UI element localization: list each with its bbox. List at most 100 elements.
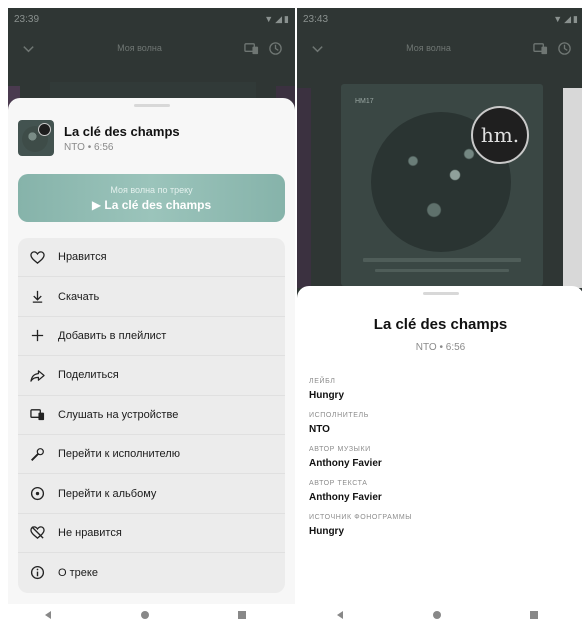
wave-caption: Моя волна по треку (110, 184, 193, 195)
album-code: HM17 (355, 98, 374, 105)
album-icon (28, 485, 46, 503)
menu-item-add-to-playlist[interactable]: Добавить в плейлист (18, 317, 285, 357)
menu-label: Нравится (58, 251, 107, 264)
detail-label: ИСПОЛНИТЕЛЬ (309, 412, 369, 419)
back-button[interactable] (37, 606, 59, 624)
track-details: ЛЕЙБЛ Hungry ИСПОЛНИТЕЛЬ NTO АВТОР МУЗЫК… (309, 378, 572, 548)
menu-item-dislike[interactable]: Не нравится (18, 514, 285, 554)
wave-label: ▶ La clé des champs (91, 197, 212, 212)
track-wave-button[interactable]: Моя волна по треку ▶ La clé des champs (18, 174, 285, 222)
status-time: 23:39 (14, 13, 40, 25)
recents-icon (237, 611, 246, 619)
album-text-line (363, 258, 521, 262)
download-icon (28, 288, 46, 306)
dislike-icon (28, 524, 46, 542)
wifi-icon: ▼ (553, 14, 563, 24)
home-button[interactable] (134, 606, 156, 624)
phone-screen-right: 23:43 ▼ ◢ ▮ Моя волна HM17 hm. La clé de… (297, 8, 582, 604)
info-subtitle: NTO • 6:56 (415, 342, 466, 353)
album-logo: hm. (471, 106, 529, 164)
system-nav-bar-right (292, 604, 582, 626)
album-artwork[interactable]: HM17 hm. (341, 84, 543, 286)
top-bar: Моя волна (297, 30, 582, 66)
player-title: Моя волна (406, 43, 451, 53)
menu-item-about-track[interactable]: О треке (18, 553, 285, 592)
menu-label: Скачать (58, 290, 100, 303)
menu-label: Добавить в плейлист (58, 329, 167, 342)
menu-item-go-to-album[interactable]: Перейти к альбому (18, 474, 285, 514)
devices-icon (532, 42, 547, 54)
detail-label: ЛЕЙБЛ (309, 378, 336, 385)
detail-source-row: ИСТОЧНИК ФОНОГРАММЫ Hungry (309, 514, 572, 537)
status-icons: ▼ ◢ ▮ (264, 14, 289, 25)
detail-composer-row: АВТОР МУЗЫКИ Anthony Favier (309, 446, 572, 469)
timer-button[interactable] (263, 36, 287, 60)
recents-icon (529, 611, 538, 619)
album-text-line (375, 269, 509, 272)
devices-icon (243, 42, 258, 54)
home-button[interactable] (426, 606, 448, 624)
detail-lyricist-row: АВТОР ТЕКСТА Anthony Favier (309, 480, 572, 503)
battery-icon: ▮ (573, 13, 578, 24)
track-cover (18, 120, 54, 156)
detail-label: ИСТОЧНИК ФОНОГРАММЫ (309, 514, 413, 521)
status-icons: ▼ ◢ ▮ (553, 14, 578, 25)
status-bar: 23:43 ▼ ◢ ▮ (297, 8, 582, 30)
phone-screen-left: 23:39 ▼ ◢ ▮ Моя волна La clé des champs … (8, 8, 295, 604)
cast-button[interactable] (528, 36, 552, 60)
top-bar: Моя волна (8, 30, 295, 66)
collapse-button[interactable] (305, 36, 329, 60)
detail-label-row: ЛЕЙБЛ Hungry (309, 378, 572, 401)
heart-icon (28, 248, 46, 266)
detail-artist-row: ИСПОЛНИТЕЛЬ NTO (309, 412, 572, 435)
menu-label: Слушать на устройстве (58, 408, 179, 421)
sheet-handle[interactable] (133, 104, 170, 107)
detail-value: Anthony Favier (309, 492, 382, 503)
status-bar: 23:39 ▼ ◢ ▮ (8, 8, 295, 30)
recents-button[interactable] (523, 606, 545, 624)
info-title: La clé des champs (373, 316, 508, 333)
track-subtitle: NTO • 6:56 (64, 141, 114, 153)
menu-item-share[interactable]: Поделиться (18, 356, 285, 396)
back-button[interactable] (329, 606, 351, 624)
track-actions-sheet: La clé des champs NTO • 6:56 Моя волна п… (8, 98, 295, 604)
detail-value: NTO (309, 424, 330, 435)
menu-label: Перейти к альбому (58, 487, 157, 500)
plus-icon (28, 327, 46, 345)
info-icon (28, 564, 46, 582)
home-icon (432, 611, 441, 619)
timer-button[interactable] (552, 36, 576, 60)
back-icon (45, 611, 52, 619)
chevron-down-icon (311, 45, 323, 52)
recents-button[interactable] (231, 606, 253, 624)
prev-artwork (297, 88, 311, 288)
sheet-handle[interactable] (422, 292, 459, 295)
menu-item-go-to-artist[interactable]: Перейти к исполнителю (18, 435, 285, 475)
menu-item-play-on-device[interactable]: Слушать на устройстве (18, 396, 285, 435)
menu-label: Перейти к исполнителю (58, 448, 180, 461)
signal-icon: ◢ (564, 13, 572, 24)
microphone-icon (28, 445, 46, 463)
actions-menu: Нравится Скачать Добавить в плейлист Под… (18, 238, 285, 593)
detail-value: Hungry (309, 526, 344, 537)
next-artwork (563, 88, 582, 288)
cover-badge (38, 123, 51, 136)
detail-label: АВТОР ТЕКСТА (309, 480, 368, 487)
signal-icon: ◢ (275, 13, 283, 24)
wifi-icon: ▼ (264, 14, 274, 24)
system-nav-bar-left (0, 604, 290, 626)
menu-item-download[interactable]: Скачать (18, 277, 285, 317)
track-title: La clé des champs (64, 123, 180, 139)
home-icon (140, 611, 149, 619)
collapse-button[interactable] (16, 36, 40, 60)
menu-item-like[interactable]: Нравится (18, 238, 285, 278)
player-title: Моя волна (117, 43, 162, 53)
menu-label: Не нравится (58, 526, 122, 539)
clock-icon (268, 41, 282, 55)
back-icon (337, 611, 344, 619)
chevron-down-icon (22, 45, 34, 52)
menu-label: О треке (58, 566, 98, 579)
clock-icon (557, 41, 571, 55)
status-time: 23:43 (303, 13, 329, 25)
cast-button[interactable] (239, 36, 263, 60)
